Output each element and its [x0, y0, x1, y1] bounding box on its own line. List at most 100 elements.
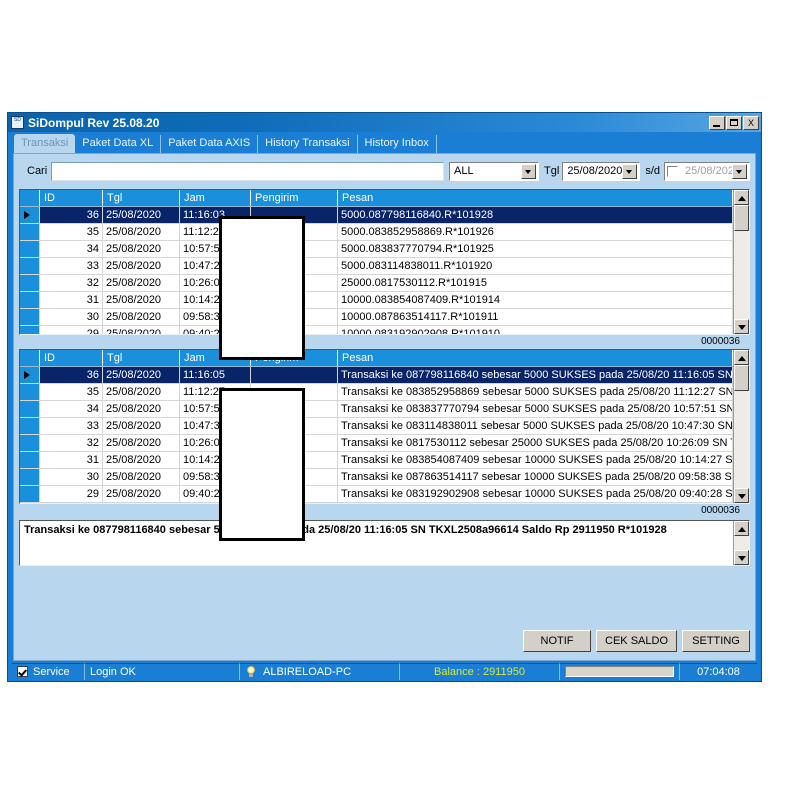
table-row[interactable]: 34 25/08/2020 10:57:51 Transaksi ke 0838377… [20, 400, 733, 418]
column-header-id[interactable]: ID [39, 190, 103, 207]
scrollbar-thumb[interactable] [734, 365, 749, 391]
table-row[interactable]: 29 25/08/2020 09:40:28 Transaksi ke 0831929… [20, 485, 733, 503]
status-service[interactable]: Service [12, 662, 84, 680]
column-header-pesan[interactable]: Pesan [337, 350, 733, 367]
table-row[interactable]: 32 25/08/2020 10:26:09 Transaksi ke 0817530… [20, 434, 733, 452]
cell-id: 35 [39, 223, 103, 241]
row-marker[interactable] [20, 485, 40, 503]
date-to-checkbox[interactable] [667, 165, 678, 177]
search-input[interactable] [51, 161, 445, 181]
table-row[interactable]: 36 25/08/2020 11:16:03 5000.087798116840.R*… [20, 206, 733, 224]
cell-jam: 10:47:28 [179, 257, 251, 275]
scroll-up-icon[interactable] [734, 350, 749, 365]
table-row[interactable]: 29 25/08/2020 09:40:27 10000.083192902908.R… [20, 325, 733, 334]
tab-paket-data-xl[interactable]: Paket Data XL [75, 135, 162, 153]
cell-tgl: 25/08/2020 [102, 468, 180, 486]
tab-paket-data-axis[interactable]: Paket Data AXIS [161, 135, 259, 153]
column-header-tgl[interactable]: Tgl [102, 190, 180, 207]
chevron-down-icon[interactable] [521, 163, 537, 179]
scrollbar-track[interactable] [734, 536, 749, 550]
title-bar: SD SiDompul Rev 25.08.20 X [8, 113, 761, 132]
inbox-grid-body: ID Tgl Jam Pengirim Pesan 36 25/08/2020 11… [20, 190, 733, 334]
scroll-up-icon[interactable] [734, 190, 749, 205]
column-header-jam[interactable]: Jam [179, 350, 251, 367]
table-row[interactable]: 33 25/08/2020 10:47:30 Transaksi ke 0831148… [20, 417, 733, 435]
tab-transaksi[interactable]: Transaksi [14, 134, 76, 153]
table-row[interactable]: 31 25/08/2020 10:14:25 10000.083854087409.R… [20, 291, 733, 309]
row-marker[interactable] [20, 451, 40, 469]
row-marker[interactable] [20, 417, 40, 435]
tab-history-inbox[interactable]: History Inbox [358, 135, 437, 153]
scroll-up-icon[interactable] [734, 521, 749, 536]
table-row[interactable]: 35 25/08/2020 11:12:27 Transaksi ke 0838529… [20, 383, 733, 401]
checkbox-icon[interactable] [17, 666, 28, 677]
category-select[interactable]: ALL [449, 161, 540, 181]
scrollbar-track[interactable] [734, 365, 749, 488]
row-marker[interactable] [20, 274, 40, 292]
scroll-down-icon[interactable] [734, 550, 749, 565]
cek-saldo-button[interactable]: CEK SALDO [596, 630, 677, 652]
cell-tgl: 25/08/2020 [102, 257, 180, 275]
tab-history-transaksi[interactable]: History Transaksi [258, 135, 358, 153]
detail-memo-scrollbar[interactable] [733, 521, 749, 565]
date-to-picker[interactable]: 25/08/2020 [664, 161, 750, 181]
table-row[interactable]: 34 25/08/2020 10:57:50 5000.083837770794.R*… [20, 240, 733, 258]
scrollbar-thumb[interactable] [734, 205, 749, 231]
column-header-id[interactable]: ID [39, 350, 103, 367]
row-marker[interactable] [20, 206, 40, 224]
row-marker[interactable] [20, 240, 40, 258]
cell-jam: 11:16:05 [179, 366, 251, 384]
cell-id: 35 [39, 383, 103, 401]
table-row[interactable]: 36 25/08/2020 11:16:05 Transaksi ke 0877981… [20, 366, 733, 384]
date-from-picker[interactable]: 25/08/2020 [562, 161, 641, 181]
inbox-grid[interactable]: ID Tgl Jam Pengirim Pesan 36 25/08/2020 11… [19, 189, 750, 335]
setting-button[interactable]: SETTING [682, 630, 750, 652]
column-header-pesan[interactable]: Pesan [337, 190, 733, 207]
transaksi-grid[interactable]: ID Tgl Jam Pengirim Pesan 36 25/08/2020 11… [19, 349, 750, 504]
row-marker[interactable] [20, 434, 40, 452]
status-service-label: Service [33, 665, 70, 678]
detail-memo[interactable]: Transaksi ke 087798116840 sebesar 5000 S… [19, 520, 750, 566]
row-marker[interactable] [20, 308, 40, 326]
column-header-tgl[interactable]: Tgl [102, 350, 180, 367]
row-marker[interactable] [20, 400, 40, 418]
scroll-down-icon[interactable] [734, 488, 749, 503]
maximize-button[interactable] [726, 115, 742, 130]
cell-tgl: 25/08/2020 [102, 240, 180, 258]
inbox-grid-scrollbar[interactable] [733, 190, 749, 334]
table-row[interactable]: 30 25/08/2020 09:58:38 Transaksi ke 0878635… [20, 468, 733, 486]
window-title: SiDompul Rev 25.08.20 [28, 115, 160, 130]
cell-pesan: 10000.083192902908.R*101910 [337, 325, 733, 334]
table-row[interactable]: 31 25/08/2020 10:14:27 Transaksi ke 0838540… [20, 451, 733, 469]
row-marker[interactable] [20, 468, 40, 486]
table-row[interactable]: 33 25/08/2020 10:47:28 5000.083114838011.R*… [20, 257, 733, 275]
row-marker[interactable] [20, 366, 40, 384]
row-marker[interactable] [20, 325, 40, 334]
notif-button[interactable]: NOTIF [523, 630, 592, 652]
cell-id: 34 [39, 400, 103, 418]
category-select-value: ALL [454, 165, 474, 177]
table-header-row: ID Tgl Jam Pengirim Pesan [20, 350, 733, 367]
scrollbar-track[interactable] [734, 205, 749, 319]
transaksi-grid-scrollbar[interactable] [733, 350, 749, 503]
column-header-pengirim[interactable]: Pengirim [250, 190, 338, 207]
transaksi-panel: Cari ALL Tgl 25/08/2020 s/d 25/08/2020 [13, 153, 756, 661]
table-row[interactable]: 35 25/08/2020 11:12:26 5000.083852958869.R*… [20, 223, 733, 241]
row-marker[interactable] [20, 257, 40, 275]
cell-jam: 11:16:03 [179, 206, 251, 224]
chevron-down-icon[interactable] [732, 163, 747, 179]
chevron-down-icon[interactable] [622, 163, 638, 179]
close-button[interactable]: X [743, 115, 759, 130]
cell-tgl: 25/08/2020 [102, 291, 180, 309]
transaksi-record-counter: 0000036 [701, 505, 740, 516]
row-marker[interactable] [20, 383, 40, 401]
column-header-pengirim[interactable]: Pengirim [250, 350, 338, 367]
row-marker[interactable] [20, 223, 40, 241]
row-marker[interactable] [20, 291, 40, 309]
scroll-down-icon[interactable] [734, 319, 749, 334]
column-header-jam[interactable]: Jam [179, 190, 251, 207]
table-row[interactable]: 30 25/08/2020 09:58:36 10000.087863514117.R… [20, 308, 733, 326]
table-row[interactable]: 32 25/08/2020 10:26:07 25000.0817530112.R*1… [20, 274, 733, 292]
minimize-button[interactable] [709, 115, 725, 130]
cell-jam: 09:40:27 [179, 325, 251, 334]
